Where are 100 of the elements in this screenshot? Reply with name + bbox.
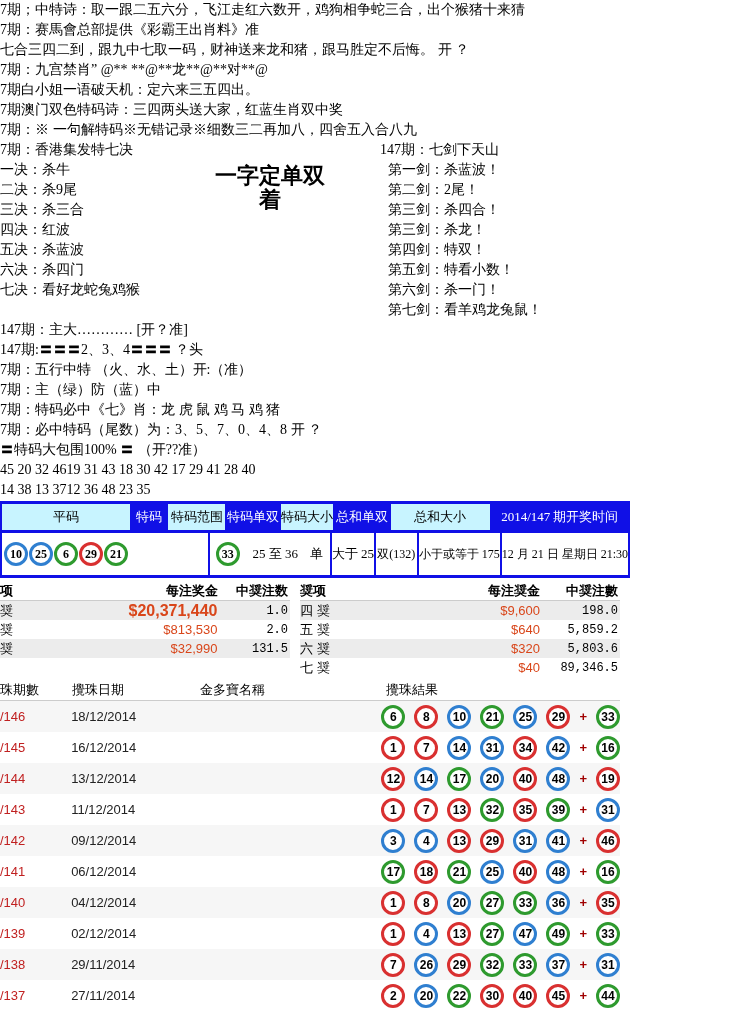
table-header-cell: 平码 — [2, 504, 131, 530]
text-line: 7期：必中特码（尾数）为：3、5、7、0、4、8 开 ？ — [0, 421, 323, 439]
text-line: 二决：杀9尾 — [0, 181, 78, 199]
text-line: 六决：杀四门 — [0, 261, 85, 279]
text-line: 第六剑：杀一门！ — [388, 281, 501, 299]
stamp-text: 着 — [259, 188, 281, 212]
plus-sign: + — [579, 831, 587, 850]
text-line: 第五剑：特看小数！ — [388, 261, 515, 279]
text-line: 45 20 32 4619 31 43 18 30 42 17 29 41 28 40 — [0, 461, 257, 479]
date-text: 09/12/2014 — [71, 831, 138, 850]
period-text: /142 — [0, 831, 27, 850]
table-header-cell: 特码大小 — [281, 504, 334, 530]
odd-even-text: 单 — [310, 545, 324, 564]
period-text: /140 — [0, 893, 27, 912]
text-line: 7期白小姐一语破天机：定六来三五四出。 — [0, 81, 260, 99]
winner-count: 1.0 — [265, 602, 289, 620]
winner-count: 198.0 — [581, 602, 619, 620]
date-text: 02/12/2014 — [71, 924, 138, 943]
period-text: /145 — [0, 738, 27, 757]
table-cell: 双(132) — [376, 533, 417, 575]
plus-sign: + — [579, 862, 587, 881]
table-header-cell: 特码范围 — [168, 504, 226, 530]
text-line: 7期澳门双色特码诗：三四两头送大家，红蓝生肖双中奖 — [0, 101, 344, 119]
text-line: 147期：七剑下天山 — [380, 141, 500, 159]
column-header: 中奨注数 — [235, 581, 289, 600]
text-line: 第一剑：杀蓝波！ — [388, 161, 501, 179]
text-line: 七合三四二到，跟九中七取一码，财神送来龙和猪，跟马胜定不后悔。 开 ？ — [0, 41, 470, 59]
text-line: 7期：香港集发特七决 — [0, 141, 134, 159]
column-header: 珠期數 — [0, 680, 40, 699]
text-line: 第四剑：特双！ — [388, 241, 487, 259]
plus-sign: + — [579, 707, 587, 726]
period-text: /144 — [0, 769, 27, 788]
prize-name: 四 奨 — [300, 601, 331, 620]
text-line: 147期:〓〓〓2、3、4〓〓〓 ？头 — [0, 341, 205, 359]
text-line: 7期：※ 一句解特码※无错记录※细数三二再加八，四舍五入合八九 — [0, 121, 418, 139]
date-text: 13/12/2014 — [71, 769, 138, 788]
winner-count: 5,859.2 — [566, 621, 619, 639]
table-cell: 12 月 21 日 星期日 21:30 — [501, 533, 628, 575]
prize-amount: $640 — [510, 620, 540, 639]
text-line: 7期：五行中特 （火、水、土）开:（准） — [0, 361, 254, 379]
table-cell: 大于 25 — [331, 533, 375, 575]
prize-amount: $20,371,440 — [127, 600, 218, 621]
period-text: /139 — [0, 924, 27, 943]
plus-sign: + — [579, 986, 587, 1005]
text-line: 一决：杀牛 — [0, 161, 71, 179]
column-header: 中奨注數 — [565, 581, 619, 600]
column-header: 奨项 — [300, 581, 327, 600]
prize-amount: $813,530 — [162, 620, 218, 639]
period-text: /146 — [0, 707, 27, 726]
text-line: 三决：杀三合 — [0, 201, 85, 219]
text-line: 第三剑：杀四合！ — [388, 201, 501, 219]
text-line: 〓特码大包围100% 〓 （开??准） — [0, 441, 208, 459]
winner-count: 131.5 — [251, 640, 289, 658]
column-header: 攪珠日期 — [72, 680, 125, 699]
text-line: 7期；中特诗：取一跟二五六分，飞江走红六数开，鸡狗相争蛇三合，出个猴猪十来猜 — [0, 1, 526, 19]
column-header: 金多寶名稱 — [200, 680, 266, 699]
column-header: 每注奨金 — [487, 581, 540, 600]
period-text: /141 — [0, 862, 27, 881]
date-text: 04/12/2014 — [71, 893, 138, 912]
prize-name: 奨 — [0, 601, 14, 620]
date-text: 16/12/2014 — [71, 738, 138, 757]
text-line: 7期：赛馬會总部提供《彩霸王出肖料》准 — [0, 21, 260, 39]
plus-sign: + — [579, 924, 587, 943]
period-text: /138 — [0, 955, 27, 974]
plus-sign: + — [579, 738, 587, 757]
prize-amount: $32,990 — [169, 639, 218, 658]
plus-sign: + — [579, 955, 587, 974]
plus-sign: + — [579, 893, 587, 912]
date-text: 27/11/2014 — [71, 986, 137, 1005]
winner-count: 89,346.5 — [559, 659, 619, 677]
text-line: 7期：主（绿）防（蓝）中 — [0, 381, 162, 399]
table-header-cell: 总和大小 — [390, 504, 490, 530]
text-line: 第三剑：杀龙！ — [388, 221, 487, 239]
table-cell: 小于或等于 175 — [418, 533, 500, 575]
prize-name: 奨 — [0, 639, 14, 658]
prize-amount: $9,600 — [499, 601, 540, 620]
text-line: 四决：红波 — [0, 221, 71, 239]
date-text: 11/12/2014 — [71, 800, 137, 819]
text-line: 第二剑：2尾！ — [388, 181, 480, 199]
text-line: 7期：九宫禁肖” @** **@**龙**@**对**@ — [0, 61, 269, 79]
date-text: 18/12/2014 — [71, 707, 138, 726]
prize-name: 七 奨 — [300, 658, 331, 677]
plus-sign: + — [579, 800, 587, 819]
plus-sign: + — [579, 769, 587, 788]
date-text: 29/11/2014 — [71, 955, 137, 974]
text-line: 7期：特码必中《七》肖：龙 虎 鼠 鸡 马 鸡 猪 — [0, 401, 281, 419]
prize-amount: $40 — [517, 658, 540, 677]
text-line: 七决：看好龙蛇兔鸡猴 — [0, 281, 141, 299]
column-header: 项 — [0, 581, 14, 600]
text-line: 14 38 13 3712 36 48 23 35 — [0, 481, 152, 499]
period-text: /143 — [0, 800, 27, 819]
column-header: 每注奖金 — [164, 581, 218, 600]
text-line: 147期：主大………… [开？准] — [0, 321, 189, 339]
column-header: 攪珠結果 — [386, 680, 438, 699]
winner-count: 5,803.6 — [566, 640, 619, 658]
winner-count: 2.0 — [265, 621, 289, 639]
text-line: 第七剑：看羊鸡龙兔鼠！ — [388, 301, 542, 319]
prize-name: 奨 — [0, 620, 14, 639]
range-text: 25 至 36 — [252, 545, 298, 564]
prize-name: 六 奨 — [300, 639, 331, 658]
